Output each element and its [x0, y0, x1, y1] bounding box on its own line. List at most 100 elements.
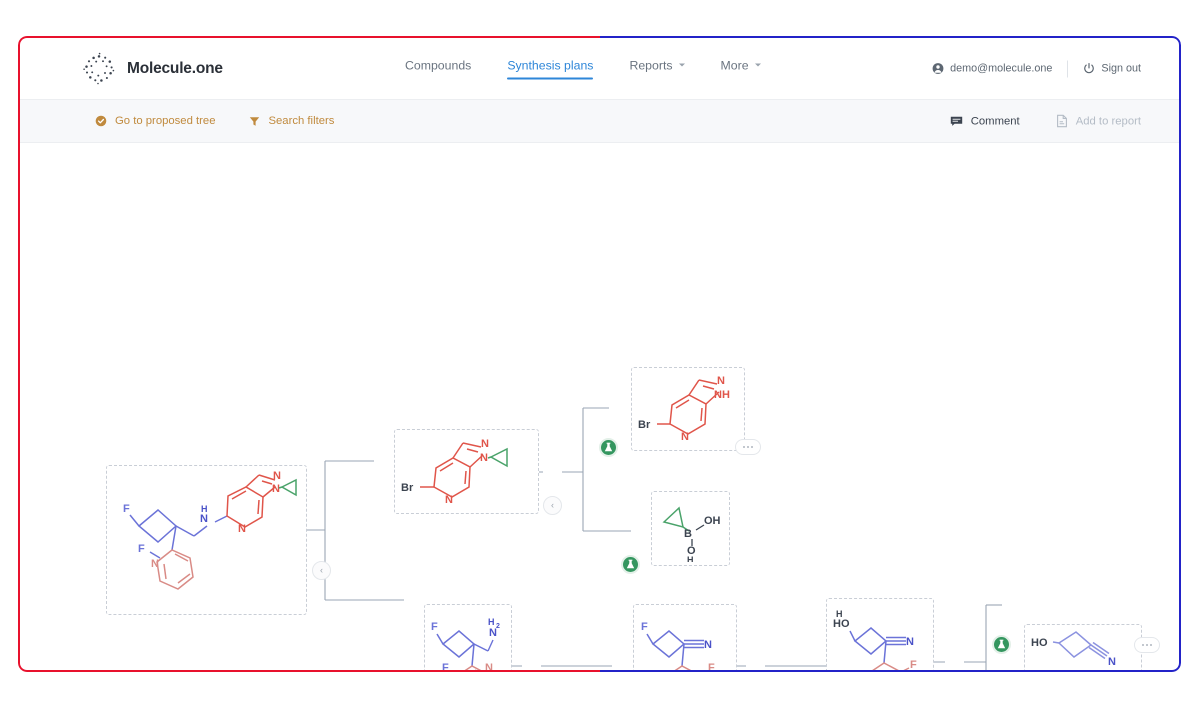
label-nitrogen: N	[200, 513, 208, 525]
go-to-proposed-tree-label: Go to proposed tree	[115, 115, 216, 127]
reaction-badge-suzuki-top[interactable]	[599, 438, 618, 457]
label-nitrogen: N	[151, 558, 159, 570]
label-nitrogen: N	[238, 523, 246, 535]
bromo-nh-structure: Br N NH N	[638, 375, 730, 443]
label-nitrogen: N	[681, 431, 689, 443]
nitrile-f-structure: F N N F	[641, 621, 715, 671]
node-menu-bromo-nh[interactable]	[735, 439, 761, 455]
sign-out-button[interactable]: Sign out	[1083, 63, 1141, 75]
label-nitrogen: N	[860, 669, 868, 671]
label-hydroxyl-left: HO	[833, 618, 850, 630]
label-hydroxyl: OH	[704, 515, 721, 527]
reaction-badge-suzuki-bottom[interactable]	[621, 555, 640, 574]
node-fluorocyclobutane-carbonitrile[interactable]: F N N F	[633, 604, 737, 670]
label-nitrogen: N	[485, 662, 493, 671]
node-target-compound[interactable]: F N H N N N N F	[106, 465, 307, 615]
chevron-left-icon: ‹	[551, 500, 554, 510]
label-hydrogen: H	[687, 555, 694, 562]
label-amine-count: 2	[496, 623, 500, 630]
label-nitrogen: N	[480, 452, 488, 464]
chevron-down-icon	[678, 63, 685, 66]
add-to-report-label: Add to report	[1075, 115, 1141, 127]
user-area: demo@molecule.one Sign out	[932, 60, 1141, 77]
target-compound-structure: F N H N N N N F	[123, 470, 297, 590]
dot	[743, 446, 745, 448]
chevron-down-icon	[754, 63, 761, 66]
node-cyclopropylboronic-acid[interactable]: B OH O H	[651, 491, 730, 566]
go-to-proposed-tree-button[interactable]: Go to proposed tree	[95, 115, 215, 127]
label-nitrogen: N	[273, 470, 281, 482]
nitrile-oh-structure: HO H N N	[833, 609, 917, 671]
nav-item-reports[interactable]: Reports	[629, 58, 685, 79]
search-filters-button[interactable]: Search filters	[249, 115, 334, 127]
dot	[1146, 644, 1148, 646]
check-circle-icon	[95, 115, 107, 127]
label-fluorine: F	[431, 621, 438, 633]
ho-nitrile-structure: HO N	[1031, 631, 1116, 668]
label-nitrile-nitrogen: N	[906, 636, 914, 648]
nav-label-reports: Reports	[629, 58, 673, 72]
node-fluorocyclobutyl-methanamine[interactable]: F N H 2 N F	[424, 604, 512, 670]
collapse-button-target[interactable]: ‹	[312, 561, 331, 580]
nav-label-compounds: Compounds	[405, 58, 472, 72]
label-nitrogen: N	[481, 438, 489, 450]
label-bromine: Br	[401, 482, 414, 494]
reaction-badge-arylation-top[interactable]	[992, 635, 1011, 654]
label-bromine: Br	[638, 419, 651, 431]
application-window: Molecule.one Compounds Synthesis plans R…	[20, 38, 1179, 670]
label-nh: NH	[714, 389, 730, 401]
label-fluorine: F	[138, 543, 145, 555]
label-nitrogen: N	[717, 375, 725, 387]
node-hydroxycyclobutane-carbonitrile-pyridine[interactable]: HO H N N	[826, 598, 934, 670]
search-filters-label: Search filters	[268, 115, 335, 127]
toolbar-right-group: Comment Add to report	[950, 114, 1141, 128]
label-fluorine: F	[708, 662, 715, 671]
main-navigation: Compounds Synthesis plans Reports More	[405, 58, 761, 79]
label-fluorine: F	[442, 662, 449, 671]
label-hydroxyl-left: HO	[1031, 637, 1048, 649]
label-nitrogen: N	[272, 483, 280, 495]
boronic-acid-structure: B OH O H	[661, 506, 721, 562]
dot	[747, 446, 749, 448]
label-fluorine: F	[641, 621, 648, 633]
nav-item-compounds[interactable]: Compounds	[405, 58, 471, 79]
comment-button[interactable]: Comment	[950, 115, 1020, 127]
node-bromo-pyrazolopyridine-nh[interactable]: Br N NH N	[631, 367, 745, 451]
label-hydrogen: H	[201, 504, 208, 514]
chevron-left-icon: ‹	[320, 565, 323, 575]
nav-label-more: More	[720, 58, 749, 72]
nav-label-synthesis-plans: Synthesis plans	[507, 58, 594, 72]
flask-icon	[604, 442, 613, 452]
node-menu-ho-nitrile[interactable]	[1134, 637, 1160, 653]
label-fluorine: F	[123, 503, 130, 515]
sign-out-label: Sign out	[1101, 62, 1141, 75]
account-circle-icon	[932, 63, 944, 74]
app-header: Molecule.one Compounds Synthesis plans R…	[20, 38, 1179, 100]
comment-label: Comment	[970, 115, 1020, 127]
label-nitrogen: N	[445, 494, 453, 506]
flask-icon	[997, 639, 1006, 649]
label-nitrile-nitrogen: N	[1108, 656, 1116, 668]
nav-item-synthesis-plans[interactable]: Synthesis plans	[507, 58, 594, 79]
user-email[interactable]: demo@molecule.one	[932, 63, 1052, 75]
node-hydroxycyclobutanecarbonitrile[interactable]: HO N	[1024, 624, 1142, 670]
node-bromo-pyrazolopyridine-cyclopropyl[interactable]: Br N N N	[394, 429, 539, 514]
flask-icon	[626, 559, 635, 569]
collapse-button-bromo-cp[interactable]: ‹	[543, 496, 562, 515]
label-nitrile-nitrogen: N	[704, 639, 712, 651]
synthesis-tree-canvas[interactable]: F N H N N N N F Br N N N Br N NH N B OH …	[20, 143, 1179, 670]
comment-icon	[950, 116, 962, 126]
label-amine-hydrogen: H	[488, 617, 495, 627]
brand-logo[interactable]: Molecule.one	[82, 52, 223, 86]
label-hydrogen: H	[836, 609, 843, 619]
dot	[1142, 644, 1144, 646]
bromo-cyclopropyl-structure: Br N N N	[401, 438, 508, 506]
power-icon	[1084, 63, 1095, 74]
nav-item-more[interactable]: More	[721, 58, 761, 79]
brand-name: Molecule.one	[127, 59, 223, 77]
toolbar-left-group: Go to proposed tree Search filters	[95, 115, 334, 127]
add-to-report-button[interactable]: Add to report	[1056, 114, 1141, 128]
amine-structure: F N H 2 N F	[431, 617, 500, 671]
label-boron: B	[684, 528, 692, 540]
report-page-icon	[1056, 114, 1067, 128]
